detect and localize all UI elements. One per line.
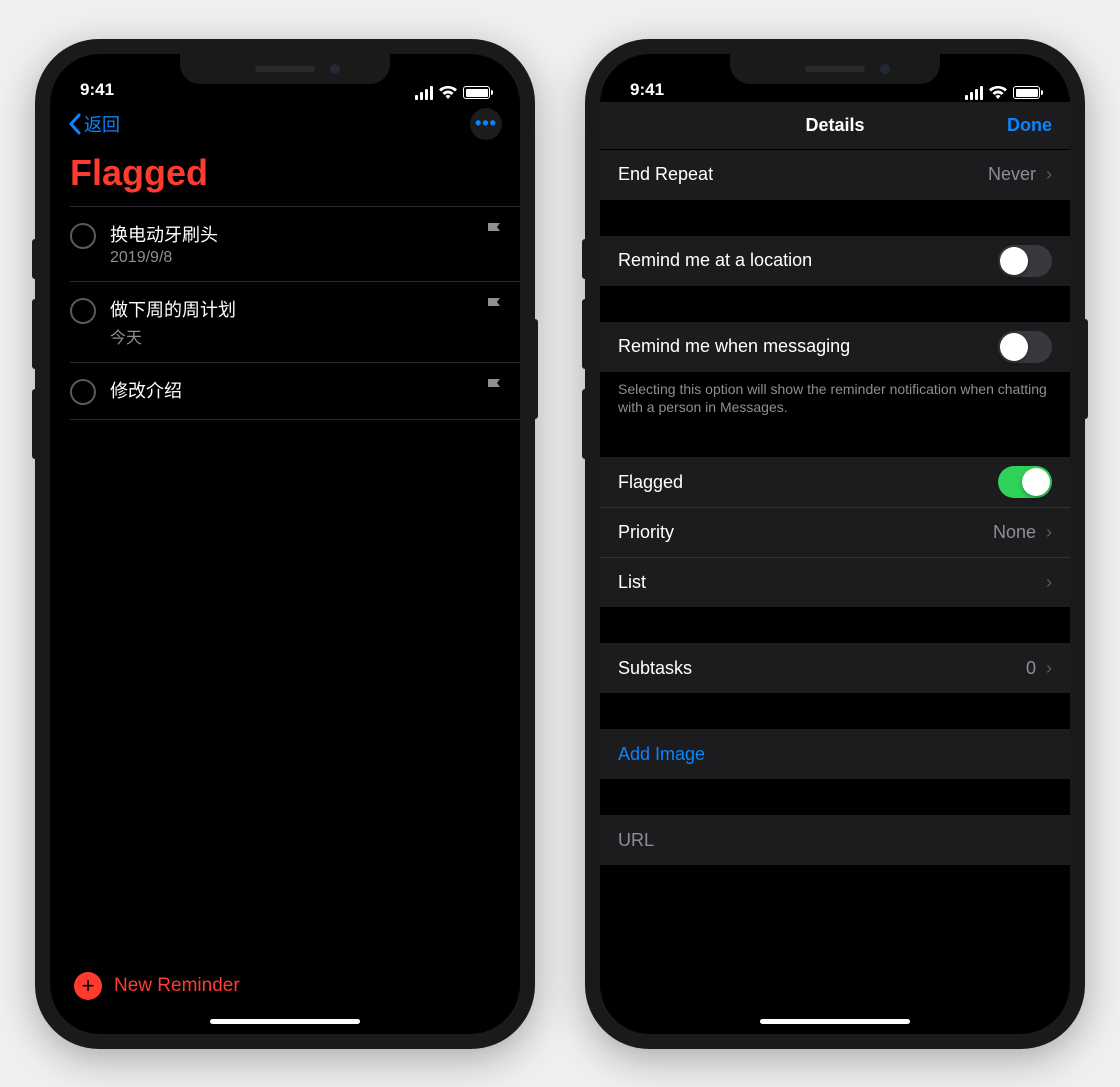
item-subtitle: 今天: [110, 324, 236, 348]
reminders-list: 换电动牙刷头 2019/9/8 做下周的周计划 今天: [50, 206, 520, 420]
flag-icon: [486, 377, 502, 397]
flagged-row[interactable]: Flagged: [600, 457, 1070, 507]
flag-icon: [486, 296, 502, 316]
add-image-row[interactable]: Add Image: [600, 729, 1070, 779]
subtasks-row[interactable]: Subtasks 0 ›: [600, 643, 1070, 693]
subtasks-value: 0: [1026, 658, 1036, 679]
chevron-left-icon: [68, 113, 81, 135]
status-time: 9:41: [80, 80, 114, 100]
battery-icon: [463, 86, 490, 99]
url-placeholder: URL: [618, 830, 654, 851]
nav-bar: Details Done: [600, 102, 1070, 150]
nav-bar: 返回 •••: [50, 102, 520, 146]
messaging-footer: Selecting this option will show the remi…: [600, 372, 1070, 418]
location-label: Remind me at a location: [618, 250, 812, 271]
status-time: 9:41: [630, 80, 664, 100]
chevron-right-icon: ›: [1046, 164, 1052, 185]
url-row[interactable]: URL: [600, 815, 1070, 865]
list-item[interactable]: 做下周的周计划 今天: [70, 282, 520, 362]
item-title: 做下周的周计划: [110, 296, 236, 322]
home-indicator[interactable]: [210, 1019, 360, 1024]
radio-unchecked-icon[interactable]: [70, 379, 96, 405]
flag-icon: [486, 221, 502, 241]
plus-circle-icon: +: [74, 972, 102, 1000]
priority-label: Priority: [618, 522, 674, 543]
ellipsis-icon: •••: [475, 113, 497, 134]
priority-row[interactable]: Priority None ›: [600, 507, 1070, 557]
done-button[interactable]: Done: [1007, 115, 1052, 136]
home-indicator[interactable]: [760, 1019, 910, 1024]
notch: [180, 54, 390, 84]
messaging-switch[interactable]: [998, 331, 1052, 363]
new-reminder-button[interactable]: + New Reminder: [74, 972, 240, 1000]
radio-unchecked-icon[interactable]: [70, 298, 96, 324]
chevron-right-icon: ›: [1046, 658, 1052, 679]
chevron-right-icon: ›: [1046, 572, 1052, 593]
messaging-row[interactable]: Remind me when messaging: [600, 322, 1070, 372]
wifi-icon: [439, 86, 457, 99]
chevron-right-icon: ›: [1046, 522, 1052, 543]
signal-icon: [415, 86, 433, 100]
list-label: List: [618, 572, 646, 593]
wifi-icon: [989, 86, 1007, 99]
item-subtitle: 2019/9/8: [110, 249, 218, 267]
location-switch[interactable]: [998, 245, 1052, 277]
location-row[interactable]: Remind me at a location: [600, 236, 1070, 286]
phone-frame-left: 9:41 返回 ••• Flagged: [35, 39, 535, 1049]
add-image-label: Add Image: [618, 744, 705, 765]
radio-unchecked-icon[interactable]: [70, 223, 96, 249]
priority-value: None: [993, 522, 1036, 543]
end-repeat-label: End Repeat: [618, 164, 713, 185]
end-repeat-value: Never: [988, 164, 1036, 185]
item-title: 换电动牙刷头: [110, 221, 218, 247]
item-title: 修改介绍: [110, 377, 182, 403]
more-button[interactable]: •••: [470, 108, 502, 140]
new-reminder-label: New Reminder: [114, 975, 240, 997]
signal-icon: [965, 86, 983, 100]
list-row[interactable]: List ›: [600, 557, 1070, 607]
nav-title: Details: [805, 115, 864, 136]
flagged-switch[interactable]: [998, 466, 1052, 498]
back-button[interactable]: 返回: [68, 111, 120, 137]
flagged-label: Flagged: [618, 472, 683, 493]
messaging-label: Remind me when messaging: [618, 336, 850, 357]
back-label: 返回: [84, 111, 120, 137]
battery-icon: [1013, 86, 1040, 99]
end-repeat-row[interactable]: End Repeat Never ›: [600, 150, 1070, 200]
page-title: Flagged: [50, 146, 520, 206]
phone-frame-right: 9:41 Details Done End Repeat Never ›: [585, 39, 1085, 1049]
notch: [730, 54, 940, 84]
list-item[interactable]: 修改介绍: [70, 363, 520, 419]
subtasks-label: Subtasks: [618, 658, 692, 679]
list-item[interactable]: 换电动牙刷头 2019/9/8: [70, 207, 520, 281]
